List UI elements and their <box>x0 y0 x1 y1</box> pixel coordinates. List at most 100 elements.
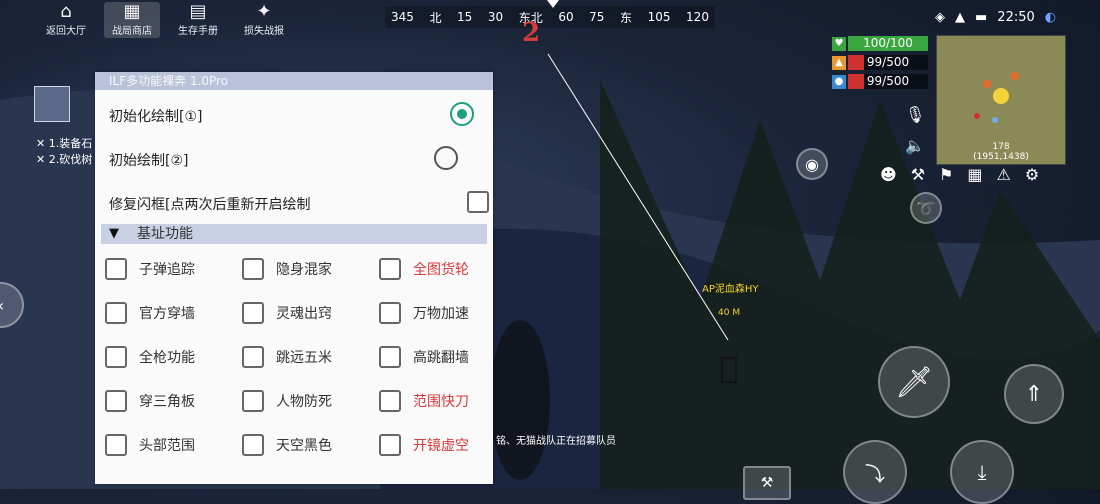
jump-button[interactable]: ⇑ <box>1004 364 1064 424</box>
radio-init-draw-1[interactable] <box>450 102 474 126</box>
feature-label: 跳远五米 <box>276 350 332 366</box>
nav-label: 生存手册 <box>178 26 218 37</box>
vital-value: 99/500 <box>848 55 928 70</box>
option-fix-flicker[interactable]: 修复闪框[点两次后重新开启绘制 <box>109 194 310 214</box>
book-icon: ▤ <box>189 1 207 22</box>
nav-button-0[interactable]: ⌂ 返回大厅 <box>38 2 94 38</box>
task-label: 2.砍伐树 <box>48 153 93 166</box>
option-label: 修复闪框[点两次后重新开启绘制 <box>109 197 311 213</box>
hammer-icon[interactable]: ⚒ <box>911 165 925 184</box>
nav-label: 战局商店 <box>112 26 152 37</box>
feature-toggle[interactable]: 官方穿墙 <box>105 302 195 324</box>
feature-checkbox[interactable] <box>242 302 264 324</box>
feature-checkbox[interactable] <box>105 434 127 456</box>
mask-icon[interactable]: ☻ <box>880 165 897 184</box>
feature-toggle[interactable]: 范围快刀 <box>379 390 469 412</box>
minimap-position: (1951,1438) <box>973 152 1029 162</box>
build-button[interactable]: ⚒ <box>743 466 791 500</box>
feature-checkbox[interactable] <box>242 258 264 280</box>
option-label: 初始绘制[②] <box>109 153 189 169</box>
feature-checkbox[interactable] <box>242 346 264 368</box>
status-bar: ◈ ▲ ▬ 22:50 ◐ <box>935 10 1056 25</box>
compass-tick: 75 <box>589 10 605 24</box>
feature-label: 范围快刀 <box>413 394 469 410</box>
feature-toggle[interactable]: 头部范围 <box>105 434 195 456</box>
vital-value: 99/500 <box>848 74 928 89</box>
eye-button[interactable]: ◉ <box>796 148 828 180</box>
wifi-icon: ◈ <box>935 10 945 25</box>
attack-knife-button[interactable]: 🗡 <box>878 346 950 418</box>
checkbox-fix-flicker[interactable] <box>467 191 489 213</box>
building-icon[interactable]: ▦ <box>967 165 982 184</box>
flag-icon[interactable]: ⚑ <box>939 165 953 184</box>
food-icon: ▲ <box>832 55 846 70</box>
nav-button-1[interactable]: ▦ 战局商店 <box>104 2 160 38</box>
nav-button-3[interactable]: ✦ 损失战报 <box>236 2 292 38</box>
feature-toggle[interactable]: 子弹追踪 <box>105 258 195 280</box>
section-header[interactable]: ▼ 基址功能 <box>101 224 487 244</box>
speaker-icon[interactable]: 🔈 <box>905 136 925 155</box>
feature-label: 全枪功能 <box>139 350 195 366</box>
nav-label: 损失战报 <box>244 26 284 37</box>
panel-title: ILF多功能裸奔 1.0Pro <box>95 72 493 90</box>
feature-checkbox[interactable] <box>105 346 127 368</box>
vital-bar: ● 99/500 <box>832 74 928 89</box>
water-icon: ● <box>832 74 846 89</box>
feature-checkbox[interactable] <box>379 346 401 368</box>
feature-toggle[interactable]: 天空黑色 <box>242 434 332 456</box>
gear-icon[interactable]: ⚙ <box>1025 165 1039 184</box>
feature-label: 人物防死 <box>276 394 332 410</box>
compass-tick: 60 <box>558 10 574 24</box>
feature-checkbox[interactable] <box>105 258 127 280</box>
feature-toggle[interactable]: 全图货轮 <box>379 258 469 280</box>
feature-checkbox[interactable] <box>242 390 264 412</box>
feature-checkbox[interactable] <box>105 390 127 412</box>
feature-label: 开镜虚空 <box>413 438 469 454</box>
warning-icon[interactable]: ⚠ <box>997 165 1011 184</box>
close-icon: ✕ <box>36 137 49 150</box>
section-title: 基址功能 <box>137 226 193 242</box>
feature-toggle[interactable]: 全枪功能 <box>105 346 195 368</box>
feature-checkbox[interactable] <box>105 302 127 324</box>
feature-toggle[interactable]: 开镜虚空 <box>379 434 469 456</box>
task-item[interactable]: ✕ 1.装备石 <box>36 136 92 152</box>
hud-icons: ☻ ⚒ ⚑ ▦ ⚠ ⚙ <box>880 165 1039 184</box>
option-init-draw-2[interactable]: 初始绘制[②] <box>109 150 188 170</box>
compass-tick: 105 <box>647 10 671 24</box>
feature-toggle[interactable]: 灵魂出窍 <box>242 302 332 324</box>
compass-tick: 345 <box>391 10 414 24</box>
feature-label: 穿三角板 <box>139 394 195 410</box>
microphone-icon[interactable]: 🎙 <box>905 105 925 124</box>
feature-checkbox[interactable] <box>379 258 401 280</box>
feature-toggle[interactable]: 隐身混家 <box>242 258 332 280</box>
signal-icon: ▲ <box>955 10 965 25</box>
target-name: AP泥血森HY <box>702 284 759 295</box>
skill-button[interactable]: ➰ <box>910 192 942 224</box>
vital-bars: ♥ 100/100 ▲ 99/500 ● 99/500 <box>832 36 928 89</box>
feature-checkbox[interactable] <box>379 434 401 456</box>
feature-checkbox[interactable] <box>379 390 401 412</box>
feature-toggle[interactable]: 人物防死 <box>242 390 332 412</box>
crouch-button[interactable]: ⤓ <box>950 440 1014 504</box>
feature-toggle[interactable]: 万物加速 <box>379 302 469 324</box>
compass-tick: 东 <box>620 10 633 25</box>
minimap-distance: 178 <box>992 142 1010 152</box>
radio-init-draw-2[interactable] <box>434 146 458 170</box>
prone-button[interactable]: ⤵ <box>843 440 907 504</box>
feature-toggle[interactable]: 穿三角板 <box>105 390 195 412</box>
feature-checkbox[interactable] <box>379 302 401 324</box>
compass-tick: 15 <box>457 10 473 24</box>
settings-ring-icon[interactable]: ◐ <box>1045 10 1056 25</box>
option-init-draw-1[interactable]: 初始化绘制[①] <box>109 106 202 126</box>
feature-toggle[interactable]: 跳远五米 <box>242 346 332 368</box>
minimap[interactable]: 178 (1951,1438) <box>936 35 1066 165</box>
feature-checkbox[interactable] <box>242 434 264 456</box>
chat-message: 铭、无猫战队正在招募队员 <box>496 436 616 447</box>
feature-label: 子弹追踪 <box>139 262 195 278</box>
task-list: ✕ 1.装备石 ✕ 2.砍伐树 <box>36 136 92 168</box>
nav-button-2[interactable]: ▤ 生存手册 <box>170 2 226 38</box>
avatar[interactable] <box>34 86 70 122</box>
shop-icon: ▦ <box>123 1 141 22</box>
feature-toggle[interactable]: 高跳翻墙 <box>379 346 469 368</box>
task-item[interactable]: ✕ 2.砍伐树 <box>36 152 92 168</box>
